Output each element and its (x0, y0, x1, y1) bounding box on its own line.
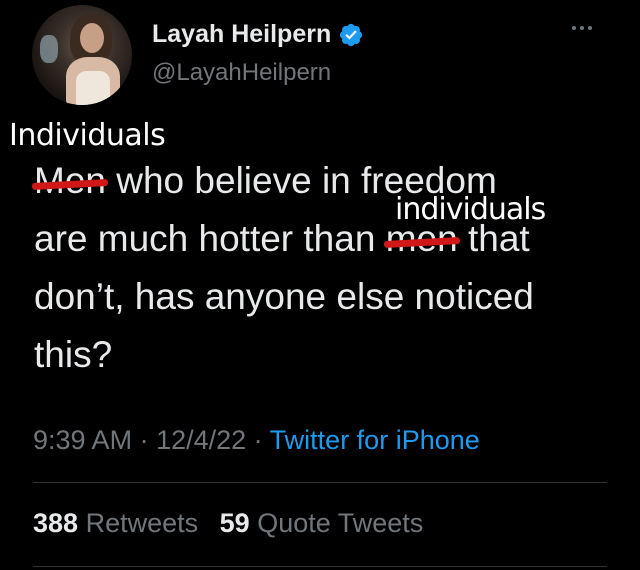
verified-badge-icon (340, 23, 363, 46)
author-handle[interactable]: @LayahHeilpern (152, 59, 331, 87)
overlay-annotation-middle: individuals (395, 192, 546, 227)
tweet-meta: 9:39 AM · 12/4/22 · Twitter for iPhone (33, 425, 480, 456)
retweets-stat[interactable]: 388 Retweets (33, 508, 198, 538)
more-dot (580, 26, 584, 30)
meta-separator: · (246, 425, 270, 455)
tweet-text: Men who believe in freedom are much hott… (34, 152, 624, 384)
quote-tweets-count: 59 (219, 508, 250, 538)
struck-word: Men (34, 160, 106, 201)
tweet-line-2-start: are much hotter than (34, 218, 386, 259)
display-name[interactable]: Layah Heilpern (152, 20, 331, 49)
retweets-count: 388 (33, 508, 79, 538)
more-dot (572, 26, 576, 30)
avatar[interactable] (32, 5, 132, 105)
meta-separator: · (132, 425, 157, 455)
divider (33, 566, 607, 567)
avatar-top (76, 71, 110, 105)
overlay-annotation-top: Individuals (9, 118, 166, 153)
more-dots-icon[interactable] (572, 26, 592, 30)
tweet-line-3: don’t, has anyone else noticed (34, 276, 534, 317)
divider (33, 482, 607, 483)
avatar-face (80, 23, 104, 53)
more-dot (588, 26, 592, 30)
tweet-line-4: this? (34, 334, 113, 375)
retweets-label: Retweets (78, 508, 199, 538)
avatar-background-lamp (40, 35, 58, 63)
author-name-row[interactable]: Layah Heilpern (152, 20, 364, 49)
tweet-time[interactable]: 9:39 AM (33, 425, 132, 455)
quote-tweets-label: Quote Tweets (249, 508, 424, 538)
tweet-stats: 388 Retweets 59 Quote Tweets (33, 508, 437, 539)
tweet-date[interactable]: 12/4/22 (156, 425, 246, 455)
quote-tweets-stat[interactable]: 59 Quote Tweets (220, 508, 424, 538)
tweet-source-link[interactable]: Twitter for iPhone (270, 425, 480, 455)
